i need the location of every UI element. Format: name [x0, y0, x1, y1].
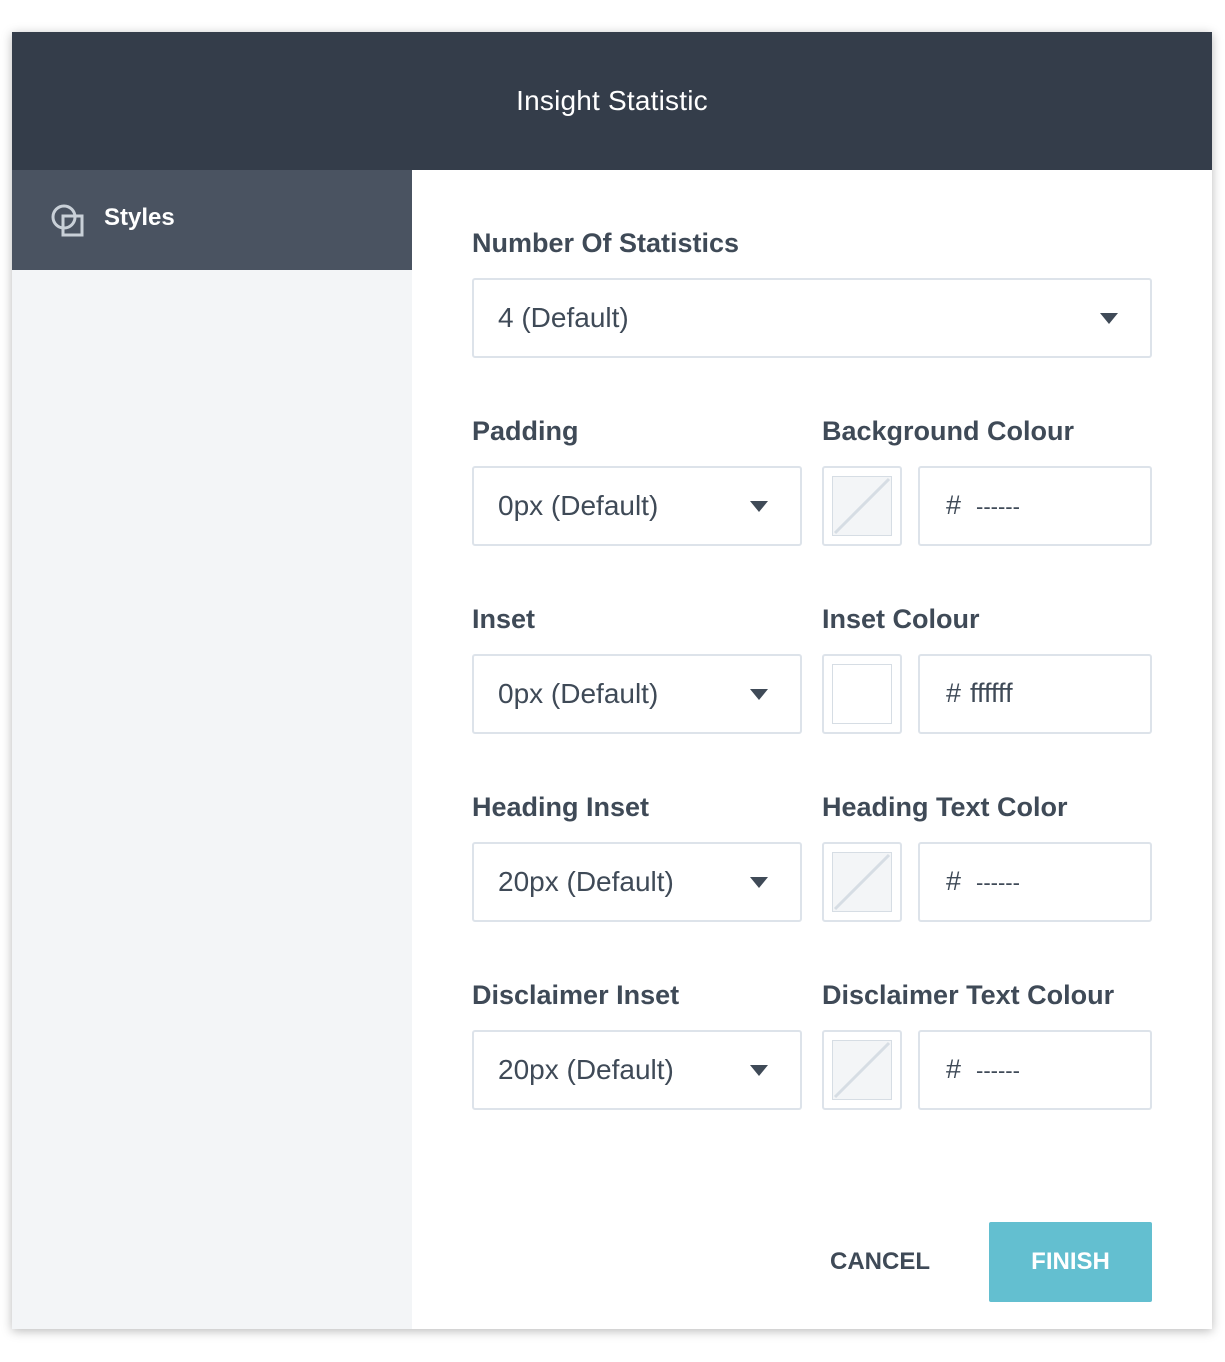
select-value: 4 (Default)	[498, 302, 629, 333]
disclaimer-text-colour-hex-input[interactable]: # ------	[918, 1030, 1152, 1110]
heading-text-color-swatch[interactable]	[822, 842, 902, 922]
disclaimer-text-colour-label: Disclaimer Text Colour	[822, 980, 1115, 1010]
caret-down-icon	[750, 877, 768, 888]
background-colour-swatch[interactable]	[822, 466, 902, 546]
number-of-statistics-label: Number Of Statistics	[472, 228, 740, 258]
select-value: 20px (Default)	[498, 1054, 674, 1085]
disclaimer-text-colour-swatch[interactable]	[822, 1030, 902, 1110]
styles-icon	[50, 203, 86, 239]
caret-down-icon	[750, 689, 768, 700]
padding-select[interactable]: 0px (Default)	[472, 466, 802, 546]
select-value: 0px (Default)	[498, 490, 659, 521]
caret-down-icon	[750, 501, 768, 512]
disclaimer-inset-label: Disclaimer Inset	[472, 980, 680, 1010]
hex-value: ------	[976, 870, 1020, 895]
hash-prefix: #	[946, 490, 962, 520]
select-value: 0px (Default)	[498, 678, 659, 709]
caret-down-icon	[750, 1065, 768, 1076]
empty-swatch-icon	[832, 1040, 892, 1100]
inset-colour-swatch[interactable]	[822, 654, 902, 734]
hex-value: ------	[976, 1058, 1020, 1083]
number-of-statistics-select[interactable]: 4 (Default)	[472, 278, 1152, 358]
modal-title: Insight Statistic	[516, 85, 708, 116]
sidebar: Styles	[12, 170, 412, 1329]
empty-swatch-icon	[832, 476, 892, 536]
caret-down-icon	[1100, 313, 1118, 324]
hash-prefix: #	[946, 866, 962, 896]
heading-text-color-hex-input[interactable]: # ------	[918, 842, 1152, 922]
inset-colour-label: Inset Colour	[822, 604, 980, 634]
hash-prefix: #	[946, 678, 962, 708]
empty-swatch-icon	[832, 852, 892, 912]
finish-button[interactable]: FINISH	[989, 1222, 1152, 1302]
inset-select[interactable]: 0px (Default)	[472, 654, 802, 734]
hash-prefix: #	[946, 1054, 962, 1084]
sidebar-item-styles[interactable]: Styles	[12, 170, 412, 270]
heading-inset-label: Heading Inset	[472, 792, 650, 822]
disclaimer-inset-select[interactable]: 20px (Default)	[472, 1030, 802, 1110]
background-colour-hex-input[interactable]: # ------	[918, 466, 1152, 546]
styles-form: Number Of Statistics 4 (Default) Padding…	[412, 170, 1212, 1329]
modal-header: Insight Statistic	[12, 32, 1212, 170]
hex-value: ------	[976, 494, 1020, 519]
cancel-button[interactable]: CANCEL	[820, 1222, 940, 1302]
inset-label: Inset	[472, 604, 536, 634]
heading-inset-select[interactable]: 20px (Default)	[472, 842, 802, 922]
hex-value: ffffff	[970, 678, 1013, 708]
sidebar-item-label: Styles	[104, 204, 175, 231]
select-value: 20px (Default)	[498, 866, 674, 897]
padding-label: Padding	[472, 416, 579, 446]
background-colour-label: Background Colour	[822, 416, 1075, 446]
insight-statistic-modal: Insight Statistic Styles Number Of Stati…	[12, 32, 1212, 1329]
heading-text-color-label: Heading Text Color	[822, 792, 1068, 822]
white-swatch	[832, 664, 892, 724]
inset-colour-hex-input[interactable]: # ffffff	[918, 654, 1152, 734]
